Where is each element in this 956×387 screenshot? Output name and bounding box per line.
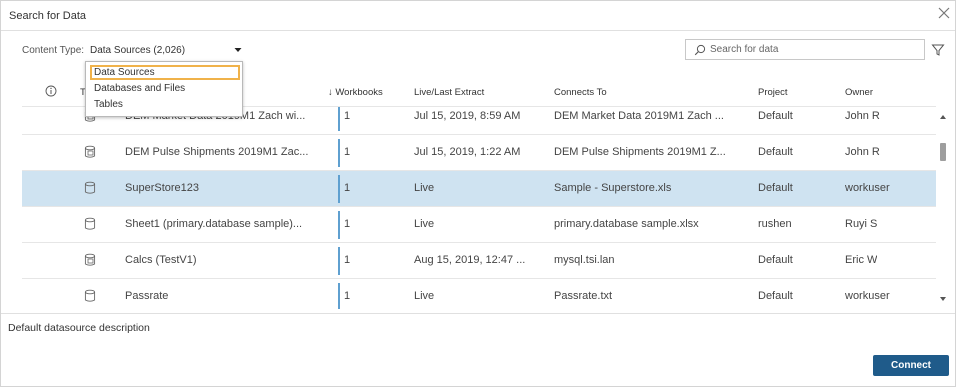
close-icon[interactable]	[936, 5, 952, 21]
filter-icon[interactable]	[931, 43, 945, 57]
scrollbar-thumb[interactable]	[940, 143, 946, 161]
title-bar: Search for Data	[1, 1, 955, 31]
database-icon	[84, 217, 96, 230]
row-owner: Eric W	[845, 254, 878, 266]
dropdown-option-data-sources[interactable]: Data Sources	[90, 65, 240, 80]
search-box[interactable]	[685, 39, 925, 60]
row-extract: Jul 15, 2019, 8:59 AM	[414, 110, 521, 122]
workbooks-indicator	[338, 211, 340, 239]
table-row[interactable]: Sheet1 (primary.database sample)... 1 Li…	[22, 207, 936, 243]
row-extract: Live	[414, 290, 435, 302]
row-workbooks: 1	[344, 110, 351, 122]
row-project: rushen	[758, 218, 792, 230]
workbooks-indicator	[338, 139, 340, 167]
content-type-selected-value: Data Sources (2,026)	[90, 45, 186, 56]
dropdown-option-tables[interactable]: Tables	[90, 97, 240, 112]
row-workbooks: 1	[344, 146, 351, 158]
connect-button[interactable]: Connect	[873, 355, 949, 376]
dialog-title: Search for Data	[9, 10, 87, 22]
row-project: Default	[758, 146, 793, 158]
column-header-owner[interactable]: Owner	[845, 87, 873, 98]
caret-down-icon	[234, 48, 242, 52]
row-workbooks: 1	[344, 254, 351, 266]
row-name: Passrate	[125, 290, 169, 302]
content-type-label: Content Type:	[22, 45, 85, 56]
content-type-select[interactable]: Data Sources (2,026)	[87, 41, 247, 59]
row-connects-to: mysql.tsi.lan	[554, 254, 615, 266]
row-workbooks: 1	[344, 218, 351, 230]
scroll-down-arrow-icon[interactable]	[939, 295, 947, 303]
vertical-scrollbar[interactable]	[936, 107, 950, 309]
content-type-dropdown: Data Sources Databases and Files Tables	[85, 61, 243, 117]
row-project: Default	[758, 110, 793, 122]
table-row[interactable]: Calcs (TestV1) 1 Aug 15, 2019, 12:47 ...…	[22, 243, 936, 279]
row-connects-to: Sample - Superstore.xls	[554, 182, 672, 194]
row-connects-to: DEM Pulse Shipments 2019M1 Z...	[554, 146, 726, 158]
row-name: SuperStore123	[125, 182, 199, 194]
row-workbooks: 1	[344, 182, 351, 194]
divider	[1, 313, 955, 314]
row-name: Calcs (TestV1)	[125, 254, 197, 266]
row-project: Default	[758, 182, 793, 194]
row-extract: Live	[414, 218, 435, 230]
table-body: DEM Market Data 2019M1 Zach wi... 1 Jul …	[22, 107, 936, 309]
search-for-data-dialog: Search for Data Content Type: Data Sourc…	[0, 0, 956, 387]
table-row[interactable]: Passrate 1 Live Passrate.txt Default wor…	[22, 279, 936, 309]
row-project: Default	[758, 254, 793, 266]
row-extract: Aug 15, 2019, 12:47 ...	[414, 254, 526, 266]
row-name: Sheet1 (primary.database sample)...	[125, 218, 303, 230]
row-owner: Ruyi S	[845, 218, 878, 230]
info-icon[interactable]	[45, 85, 57, 97]
dropdown-option-databases-and-files[interactable]: Databases and Files	[90, 81, 240, 96]
table-row-selected[interactable]: SuperStore123 1 Live Sample - Superstore…	[22, 171, 936, 207]
search-icon	[694, 44, 706, 56]
row-connects-to: primary.database sample.xlsx	[554, 218, 699, 230]
scroll-up-arrow-icon[interactable]	[939, 113, 947, 121]
column-header-connects-to[interactable]: Connects To	[554, 87, 607, 98]
search-input[interactable]	[710, 42, 910, 57]
row-owner: workuser	[845, 182, 890, 194]
column-header-workbooks[interactable]: ↓ Workbooks	[328, 87, 383, 98]
workbooks-indicator	[338, 283, 340, 309]
row-owner: workuser	[845, 290, 890, 302]
published-datasource-icon	[84, 145, 96, 158]
row-project: Default	[758, 290, 793, 302]
row-connects-to: Passrate.txt	[554, 290, 613, 302]
row-workbooks: 1	[344, 290, 351, 302]
datasource-description: Default datasource description	[8, 322, 150, 334]
database-icon	[84, 289, 96, 302]
workbooks-indicator	[338, 247, 340, 275]
row-extract: Live	[414, 182, 435, 194]
row-name: DEM Pulse Shipments 2019M1 Zac...	[125, 146, 309, 158]
column-header-project[interactable]: Project	[758, 87, 788, 98]
published-datasource-icon	[84, 253, 96, 266]
table-row[interactable]: DEM Pulse Shipments 2019M1 Zac... 1 Jul …	[22, 135, 936, 171]
workbooks-indicator	[338, 175, 340, 203]
column-header-live-last-extract[interactable]: Live/Last Extract	[414, 87, 484, 98]
database-icon	[84, 181, 96, 194]
workbooks-indicator	[338, 107, 340, 131]
row-connects-to: DEM Market Data 2019M1 Zach ...	[554, 110, 724, 122]
row-extract: Jul 15, 2019, 1:22 AM	[414, 146, 521, 158]
row-owner: John R	[845, 146, 880, 158]
row-owner: John R	[845, 110, 880, 122]
